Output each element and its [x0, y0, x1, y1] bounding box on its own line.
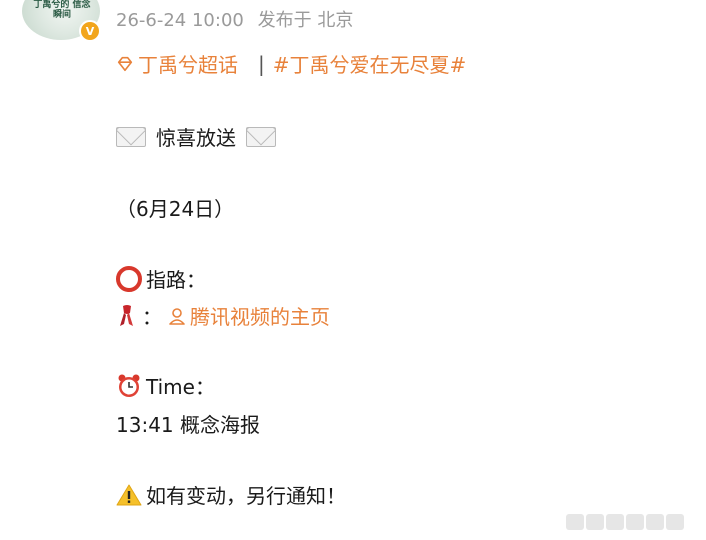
announce-text: 惊喜放送	[156, 126, 236, 150]
post-date: 26-6-24 10:00	[116, 10, 244, 31]
date-text: （6月24日）	[116, 197, 235, 221]
announce-line: 惊喜放送	[116, 122, 276, 151]
guide-line: 指路：	[116, 264, 206, 293]
supertopic-link[interactable]: 丁禹兮超话	[138, 49, 238, 78]
time-value: 13:41 概念海报	[116, 413, 260, 437]
envelope-icon	[116, 126, 146, 147]
scarf-icon	[120, 304, 133, 326]
notice-text: 如有变动，另行通知！	[146, 484, 346, 508]
tag-separator: |	[258, 51, 265, 76]
post-meta: 26-6-24 10:00 发布于 北京	[116, 6, 361, 32]
time-line: Time：	[116, 371, 215, 400]
colon: ：	[142, 305, 162, 329]
hashtag-link[interactable]: #丁禹兮爱在无尽夏#	[273, 49, 467, 78]
time-label: Time：	[146, 375, 215, 399]
homepage-line: ： 腾讯视频的主页	[116, 301, 330, 330]
avatar-caption: 丁禹兮的 信念瞬间	[33, 0, 91, 20]
homepage-link[interactable]: 腾讯视频的主页	[190, 301, 330, 330]
time-value-line: 13:41 概念海报	[116, 409, 260, 438]
diamond-icon	[117, 56, 133, 71]
post-source: 发布于 北京	[257, 10, 354, 31]
guide-label: 指路：	[146, 268, 206, 292]
notice-line: 如有变动，另行通知！	[116, 480, 346, 509]
warning-icon	[116, 484, 142, 505]
envelope-icon	[246, 126, 276, 147]
watermark	[566, 514, 684, 530]
verified-badge-icon: V	[79, 20, 101, 42]
red-circle-icon	[116, 265, 142, 292]
date-line: （6月24日）	[116, 193, 234, 222]
alarm-clock-icon	[118, 374, 140, 397]
user-icon	[169, 307, 185, 325]
topic-tags: 丁禹兮超话 | #丁禹兮爱在无尽夏#	[116, 49, 466, 78]
